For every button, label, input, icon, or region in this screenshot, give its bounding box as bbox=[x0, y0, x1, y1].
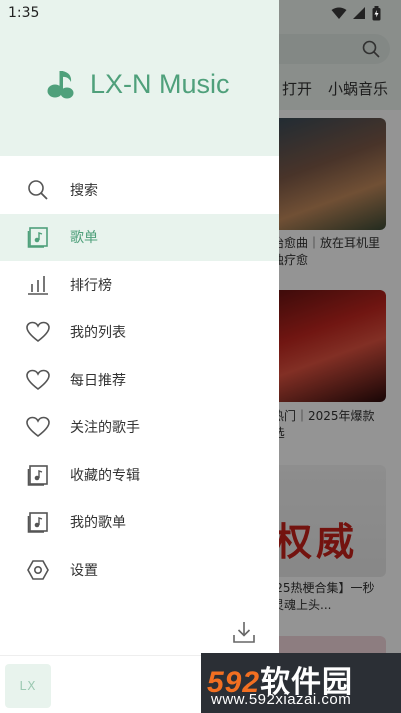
menu-item-search[interactable]: 搜索 bbox=[0, 166, 279, 214]
chart-icon bbox=[26, 273, 50, 297]
signal-icon bbox=[353, 7, 365, 19]
download-icon[interactable] bbox=[232, 620, 256, 644]
menu-item-settings[interactable]: 设置 bbox=[0, 546, 279, 594]
heart-icon bbox=[26, 415, 50, 439]
album-icon bbox=[26, 510, 50, 534]
album-icon bbox=[26, 463, 50, 487]
wifi-icon bbox=[331, 7, 347, 19]
drawer-menu: 搜索 歌单 排行榜 我的列表 每日推荐 关注的歌手 收藏的专辑 我的歌单 设置 bbox=[0, 166, 279, 594]
heart-icon bbox=[26, 320, 50, 344]
menu-item-daily-recommend[interactable]: 每日推荐 bbox=[0, 356, 279, 404]
player-cover-art[interactable]: LX bbox=[5, 664, 51, 708]
music-note-logo-icon bbox=[47, 71, 74, 99]
playlist-icon bbox=[26, 225, 50, 249]
site-watermark: 592软件园 www.592xiazai.com bbox=[201, 653, 401, 713]
status-bar: 1:35 bbox=[0, 0, 401, 28]
menu-item-followed-singers[interactable]: 关注的歌手 bbox=[0, 404, 279, 452]
watermark-url: www.592xiazai.com bbox=[211, 691, 352, 708]
menu-item-label: 搜索 bbox=[70, 182, 98, 199]
menu-item-label: 收藏的专辑 bbox=[70, 467, 140, 484]
menu-item-playlists[interactable]: 歌单 bbox=[0, 213, 279, 261]
menu-item-my-playlists[interactable]: 我的歌单 bbox=[0, 499, 279, 547]
menu-item-saved-albums[interactable]: 收藏的专辑 bbox=[0, 451, 279, 499]
settings-icon bbox=[26, 558, 50, 582]
app-name: LX-N Music bbox=[90, 68, 230, 99]
search-icon bbox=[26, 178, 50, 202]
heart-icon bbox=[26, 368, 50, 392]
battery-icon bbox=[372, 6, 381, 21]
menu-item-label: 排行榜 bbox=[70, 277, 112, 294]
navigation-drawer: LX-N Music 搜索 歌单 排行榜 我的列表 每日推荐 关注的歌手 收藏的… bbox=[0, 0, 279, 713]
app-brand: LX-N Music bbox=[46, 68, 230, 100]
menu-item-charts[interactable]: 排行榜 bbox=[0, 261, 279, 309]
menu-item-label: 我的歌单 bbox=[70, 515, 126, 532]
menu-item-label: 我的列表 bbox=[70, 325, 126, 342]
menu-item-my-lists[interactable]: 我的列表 bbox=[0, 309, 279, 357]
menu-item-label: 歌单 bbox=[70, 230, 98, 247]
menu-item-label: 设置 bbox=[70, 562, 98, 579]
status-time: 1:35 bbox=[8, 5, 40, 21]
menu-item-label: 关注的歌手 bbox=[70, 420, 140, 437]
menu-item-label: 每日推荐 bbox=[70, 372, 126, 389]
